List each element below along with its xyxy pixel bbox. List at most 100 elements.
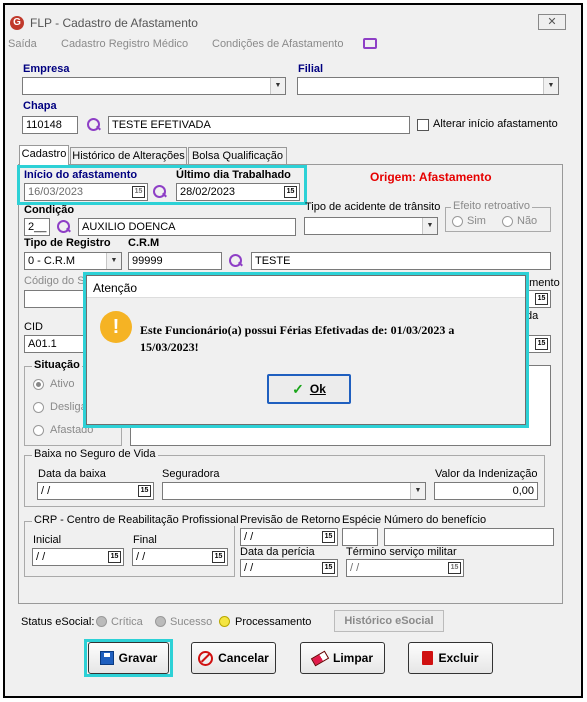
dialog-title: Atenção <box>93 281 138 295</box>
seguradora-select[interactable]: ▼ <box>162 482 426 500</box>
ultimo-label: Último dia Trabalhado <box>176 169 291 181</box>
cancelar-button[interactable]: Cancelar <box>191 642 276 674</box>
data-pericia-input[interactable]: / /15 <box>240 559 338 577</box>
codigo-si-label: Código do Si <box>24 275 87 287</box>
crp-final-input[interactable]: / /15 <box>132 548 228 566</box>
chevron-down-icon: ▼ <box>270 78 285 94</box>
numero-beneficio-input[interactable] <box>384 528 554 546</box>
limpar-button[interactable]: Limpar <box>300 642 385 674</box>
condicao-label: Condição <box>24 204 75 216</box>
efeito-nao-radio[interactable] <box>502 216 513 227</box>
crp-inicial-input[interactable]: / /15 <box>32 548 124 566</box>
tipo-acidente-select[interactable]: ▼ <box>304 217 438 235</box>
crm-input[interactable]: 99999 <box>128 252 222 270</box>
tab-historico-alteracoes[interactable]: Histórico de Alterações <box>70 147 187 164</box>
menu-condicoes-afastamento[interactable]: Condições de Afastamento <box>212 38 343 50</box>
especie-input[interactable] <box>342 528 378 546</box>
trash-icon <box>422 651 434 665</box>
dialog-titlebar: Atenção <box>87 276 525 298</box>
tipo-registro-label: Tipo de Registro <box>24 237 111 249</box>
historico-esocial-button[interactable]: Histórico eSocial <box>334 610 444 632</box>
calendar-icon[interactable]: 15 <box>138 485 151 497</box>
search-crm-icon[interactable] <box>228 253 244 269</box>
empresa-select[interactable]: ▼ <box>22 77 286 95</box>
chapa-name-field: TESTE EFETIVADA <box>108 116 410 134</box>
search-condicao-icon[interactable] <box>56 219 72 235</box>
filial-select[interactable]: ▼ <box>297 77 559 95</box>
dialog-message: Este Funcionário(a) possui Férias Efetiv… <box>140 323 455 354</box>
ultimo-date-input[interactable]: 28/02/2023 15 <box>176 183 300 201</box>
status-sucesso-indicator <box>155 616 166 627</box>
status-processamento-indicator <box>219 616 230 627</box>
tab-bolsa-qualificacao[interactable]: Bolsa Qualificação <box>188 147 287 164</box>
tab-cadastro-label: Cadastro <box>21 148 67 160</box>
situacao-label: Situação <box>32 359 82 371</box>
excluir-label: Excluir <box>438 651 479 665</box>
chapa-input[interactable]: 110148 <box>22 116 78 134</box>
status-critica-indicator <box>96 616 107 627</box>
search-inicio-icon[interactable] <box>152 184 168 200</box>
status-sucesso-label: Sucesso <box>170 616 213 628</box>
calendar-icon[interactable]: 15 <box>535 293 548 305</box>
calendar-icon[interactable]: 15 <box>535 338 548 350</box>
gravar-button[interactable]: Gravar <box>88 642 169 674</box>
crp-inicial-label: Inicial <box>33 534 62 546</box>
efeito-sim-radio[interactable] <box>452 216 463 227</box>
calendar-icon[interactable]: 15 <box>448 562 461 574</box>
data-baixa-label: Data da baixa <box>38 468 106 480</box>
check-icon: ✓ <box>292 380 304 397</box>
baixa-seguro-label: Baixa no Seguro de Vida <box>32 448 158 460</box>
search-chapa-icon[interactable] <box>86 117 102 133</box>
data-baixa-input[interactable]: / /15 <box>37 482 154 500</box>
status-esocial-label: Status eSocial: <box>21 616 95 628</box>
situacao-afastado-radio[interactable] <box>33 425 44 436</box>
origem-label: Origem: Afastamento <box>370 170 492 184</box>
termino-militar-input[interactable]: / /15 <box>346 559 464 577</box>
save-icon <box>99 651 114 665</box>
calendar-icon[interactable]: 15 <box>212 551 225 563</box>
valor-indenizacao-label: Valor da Indenização <box>435 468 538 480</box>
window-title: FLP - Cadastro de Afastamento <box>30 16 198 30</box>
tipo-registro-select[interactable]: 0 - C.R.M ▼ <box>24 252 122 270</box>
warning-icon: ! <box>100 311 132 343</box>
chevron-down-icon: ▼ <box>106 253 121 269</box>
calendar-icon[interactable]: 15 <box>322 531 335 543</box>
calendar-icon[interactable]: 15 <box>108 551 121 563</box>
gravar-label: Gravar <box>118 651 158 665</box>
monitor-icon[interactable] <box>363 38 377 49</box>
chapa-label: Chapa <box>23 100 57 112</box>
situacao-ativo-radio[interactable] <box>33 379 44 390</box>
app-logo-icon: G <box>10 16 24 30</box>
close-button[interactable]: ✕ <box>538 14 566 30</box>
menu-cadastro-registro-medico[interactable]: Cadastro Registro Médico <box>61 38 188 50</box>
inicio-date-input[interactable]: 16/03/2023 15 <box>24 183 148 201</box>
tab-cadastro[interactable]: Cadastro <box>19 145 69 165</box>
menu-saida[interactable]: Saída <box>8 38 37 50</box>
previsao-retorno-input[interactable]: / /15 <box>240 528 338 546</box>
data-pericia-label: Data da perícia <box>240 546 315 558</box>
calendar-icon[interactable]: 15 <box>132 186 145 198</box>
valor-indenizacao-input[interactable]: 0,00 <box>434 482 538 500</box>
excluir-button[interactable]: Excluir <box>408 642 493 674</box>
status-critica-label: Crítica <box>111 616 143 628</box>
historico-esocial-label: Histórico eSocial <box>344 615 434 627</box>
calendar-icon[interactable]: 15 <box>322 562 335 574</box>
cancel-icon <box>198 650 214 666</box>
alterar-inicio-checkbox[interactable] <box>417 119 429 131</box>
limpar-label: Limpar <box>332 651 373 665</box>
chevron-down-icon: ▼ <box>422 218 437 234</box>
inicio-label: Início do afastamento <box>24 169 138 181</box>
efeito-retroativo-label: Efeito retroativo <box>451 200 533 212</box>
title-bar: G FLP - Cadastro de Afastamento ✕ <box>8 13 570 33</box>
chevron-down-icon: ▼ <box>410 483 425 499</box>
calendar-icon[interactable]: 15 <box>284 186 297 198</box>
crm-label: C.R.M <box>128 237 160 249</box>
efeito-nao-label: Não <box>517 215 538 227</box>
condicao-code-input[interactable]: 2__ <box>24 218 50 236</box>
termino-militar-label: Término serviço militar <box>346 546 457 558</box>
crp-final-label: Final <box>133 534 157 546</box>
previsao-retorno-label: Previsão de Retorno <box>240 514 341 526</box>
crm-name-field: TESTE <box>251 252 551 270</box>
ok-button[interactable]: ✓ Ok <box>267 374 351 404</box>
situacao-desligado-radio[interactable] <box>33 402 44 413</box>
